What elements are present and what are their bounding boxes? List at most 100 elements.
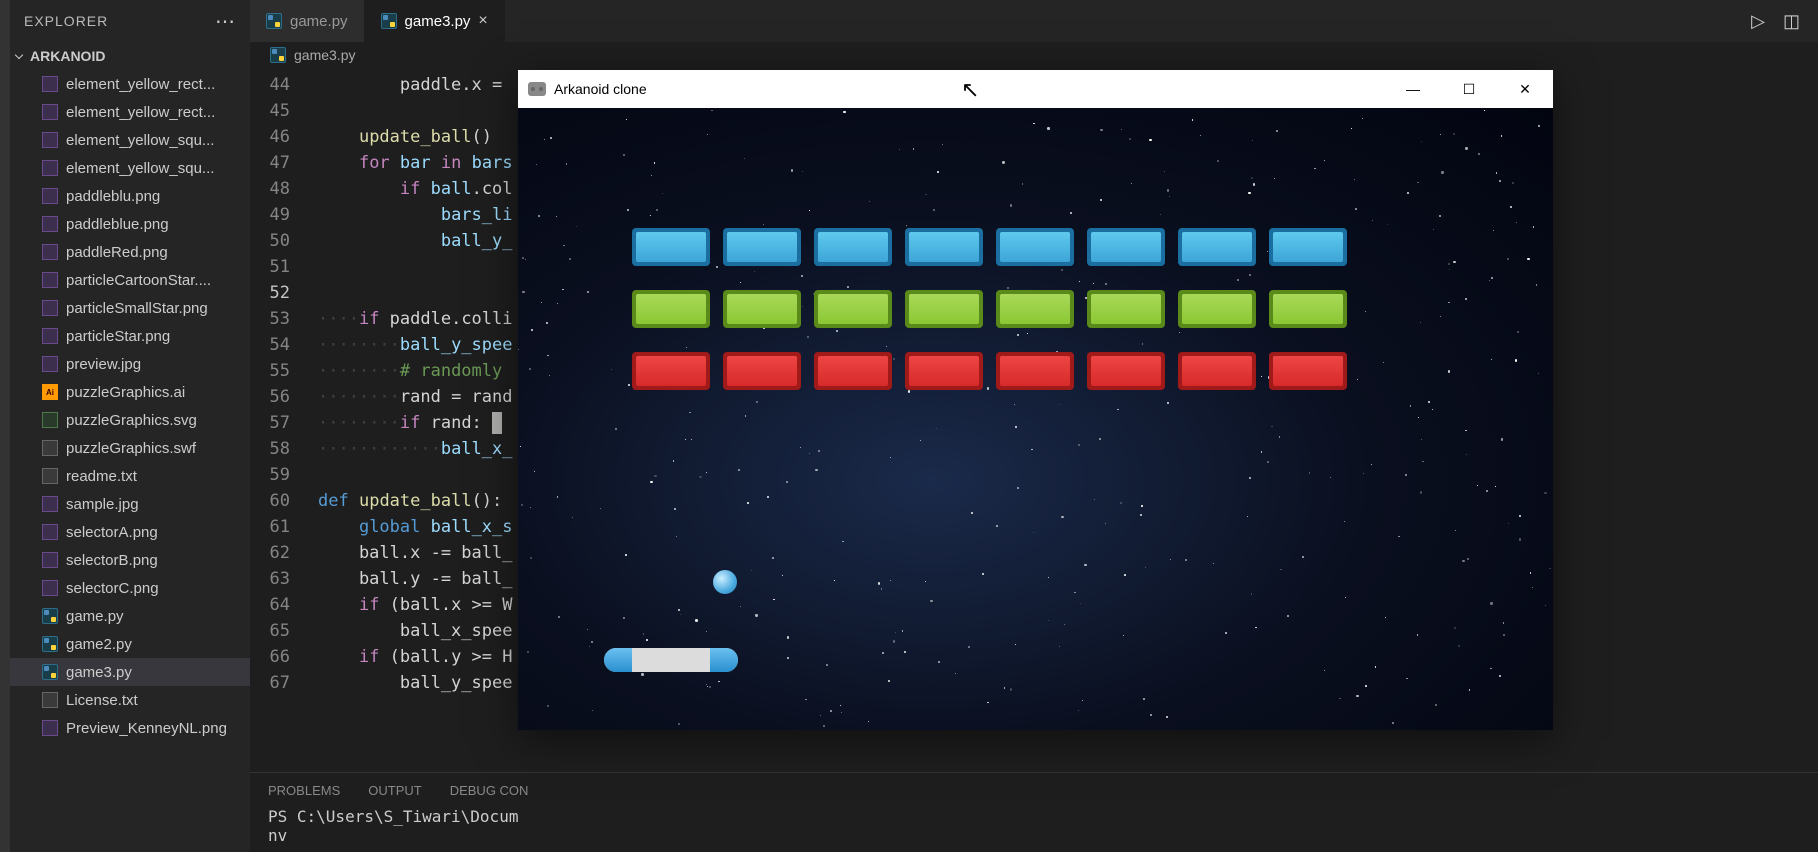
file-item-label: selectorA.png <box>66 524 158 541</box>
ball <box>713 570 737 594</box>
file-item-label: element_yellow_squ... <box>66 160 214 177</box>
brick-green <box>1087 290 1165 328</box>
file-item[interactable]: particleCartoonStar.... <box>10 266 250 294</box>
file-item-label: selectorC.png <box>66 580 159 597</box>
sidebar-more-icon[interactable]: ⋯ <box>215 9 236 34</box>
breadcrumb[interactable]: game3.py <box>250 42 1818 68</box>
ai-file-icon: Ai <box>42 384 58 400</box>
file-item[interactable]: particleStar.png <box>10 322 250 350</box>
file-item[interactable]: selectorA.png <box>10 518 250 546</box>
brick-green <box>814 290 892 328</box>
file-item[interactable]: sample.jpg <box>10 490 250 518</box>
brick-green <box>905 290 983 328</box>
brick-red <box>905 352 983 390</box>
file-item[interactable]: puzzleGraphics.svg <box>10 406 250 434</box>
python-file-icon <box>270 47 286 63</box>
img-file-icon <box>42 244 58 260</box>
img-file-icon <box>42 524 58 540</box>
close-button[interactable]: ✕ <box>1497 70 1553 108</box>
line-gutter: 4445464748495051525354555657585960616263… <box>250 68 310 772</box>
terminal-output[interactable]: PS C:\Users\S_Tiwari\Docum nv <box>250 807 1818 852</box>
brick-blue <box>905 228 983 266</box>
img-file-icon <box>42 272 58 288</box>
file-item-label: game.py <box>66 608 124 625</box>
tab-label: game.py <box>290 13 348 30</box>
run-icon[interactable]: ▷ <box>1751 11 1765 32</box>
file-item[interactable]: Preview_KenneyNL.png <box>10 714 250 742</box>
brick-blue <box>632 228 710 266</box>
file-item[interactable]: element_yellow_squ... <box>10 126 250 154</box>
file-item[interactable]: License.txt <box>10 686 250 714</box>
file-item[interactable]: element_yellow_rect... <box>10 98 250 126</box>
python-file-icon <box>266 13 282 29</box>
svg-file-icon <box>42 412 58 428</box>
img-file-icon <box>42 132 58 148</box>
game-canvas[interactable] <box>518 108 1553 730</box>
file-item[interactable]: game2.py <box>10 630 250 658</box>
file-item[interactable]: element_yellow_squ... <box>10 154 250 182</box>
brick-blue <box>1087 228 1165 266</box>
file-item[interactable]: Ai puzzleGraphics.ai <box>10 378 250 406</box>
window-title: Arkanoid clone <box>554 81 647 97</box>
terminal-line: nv <box>268 826 1818 845</box>
brick-red <box>996 352 1074 390</box>
file-item-label: Preview_KenneyNL.png <box>66 720 227 737</box>
window-controls: — ☐ ✕ <box>1385 70 1553 108</box>
file-item[interactable]: selectorB.png <box>10 546 250 574</box>
minimize-button[interactable]: — <box>1385 70 1441 108</box>
tab-label: game3.py <box>405 13 471 30</box>
file-item[interactable]: game.py <box>10 602 250 630</box>
tab-game3-py[interactable]: game3.py × <box>365 0 505 42</box>
img-file-icon <box>42 76 58 92</box>
img-file-icon <box>42 188 58 204</box>
file-item-label: game3.py <box>66 664 132 681</box>
brick-blue <box>1269 228 1347 266</box>
file-item-label: selectorB.png <box>66 552 158 569</box>
sidebar: EXPLORER ⋯ ARKANOID element_yellow_rect.… <box>10 0 250 852</box>
file-item[interactable]: game3.py <box>10 658 250 686</box>
file-item[interactable]: puzzleGraphics.swf <box>10 434 250 462</box>
txt-file-icon <box>42 692 58 708</box>
file-item-label: readme.txt <box>66 468 137 485</box>
img-file-icon <box>42 328 58 344</box>
split-editor-icon[interactable]: ◫ <box>1783 11 1800 32</box>
file-item[interactable]: paddleblu.png <box>10 182 250 210</box>
file-item-label: particleStar.png <box>66 328 170 345</box>
file-list: element_yellow_rect... element_yellow_rec… <box>10 70 250 852</box>
editor-actions: ▷ ◫ <box>1751 0 1818 42</box>
file-item-label: puzzleGraphics.svg <box>66 412 197 429</box>
python-file-icon <box>381 13 397 29</box>
panel-tab[interactable]: OUTPUT <box>368 783 421 798</box>
folder-header[interactable]: ARKANOID <box>10 42 250 70</box>
file-item-label: paddleblue.png <box>66 216 169 233</box>
file-item-label: element_yellow_rect... <box>66 76 215 93</box>
img-file-icon <box>42 104 58 120</box>
file-item-label: element_yellow_squ... <box>66 132 214 149</box>
txt-file-icon <box>42 440 58 456</box>
file-item[interactable]: particleSmallStar.png <box>10 294 250 322</box>
file-item-label: License.txt <box>66 692 138 709</box>
bottom-panel: PROBLEMS OUTPUT DEBUG CON PS C:\Users\S_Ti… <box>250 772 1818 852</box>
panel-tab[interactable]: PROBLEMS <box>268 783 340 798</box>
img-file-icon <box>42 552 58 568</box>
titlebar[interactable]: Arkanoid clone — ☐ ✕ <box>518 70 1553 108</box>
txt-file-icon <box>42 468 58 484</box>
tab-game-py[interactable]: game.py <box>250 0 365 42</box>
file-item-label: element_yellow_rect... <box>66 104 215 121</box>
file-item[interactable]: selectorC.png <box>10 574 250 602</box>
file-item-label: puzzleGraphics.ai <box>66 384 185 401</box>
chevron-down-icon <box>15 51 23 59</box>
close-icon[interactable]: × <box>478 12 487 30</box>
file-item[interactable]: paddleRed.png <box>10 238 250 266</box>
file-item-label: sample.jpg <box>66 496 139 513</box>
file-item[interactable]: preview.jpg <box>10 350 250 378</box>
file-item[interactable]: paddleblue.png <box>10 210 250 238</box>
brick-green <box>723 290 801 328</box>
file-item[interactable]: element_yellow_rect... <box>10 70 250 98</box>
file-item-label: paddleblu.png <box>66 188 160 205</box>
brick-red <box>1087 352 1165 390</box>
panel-tab[interactable]: DEBUG CON <box>450 783 529 798</box>
brick-green <box>1178 290 1256 328</box>
file-item[interactable]: readme.txt <box>10 462 250 490</box>
maximize-button[interactable]: ☐ <box>1441 70 1497 108</box>
